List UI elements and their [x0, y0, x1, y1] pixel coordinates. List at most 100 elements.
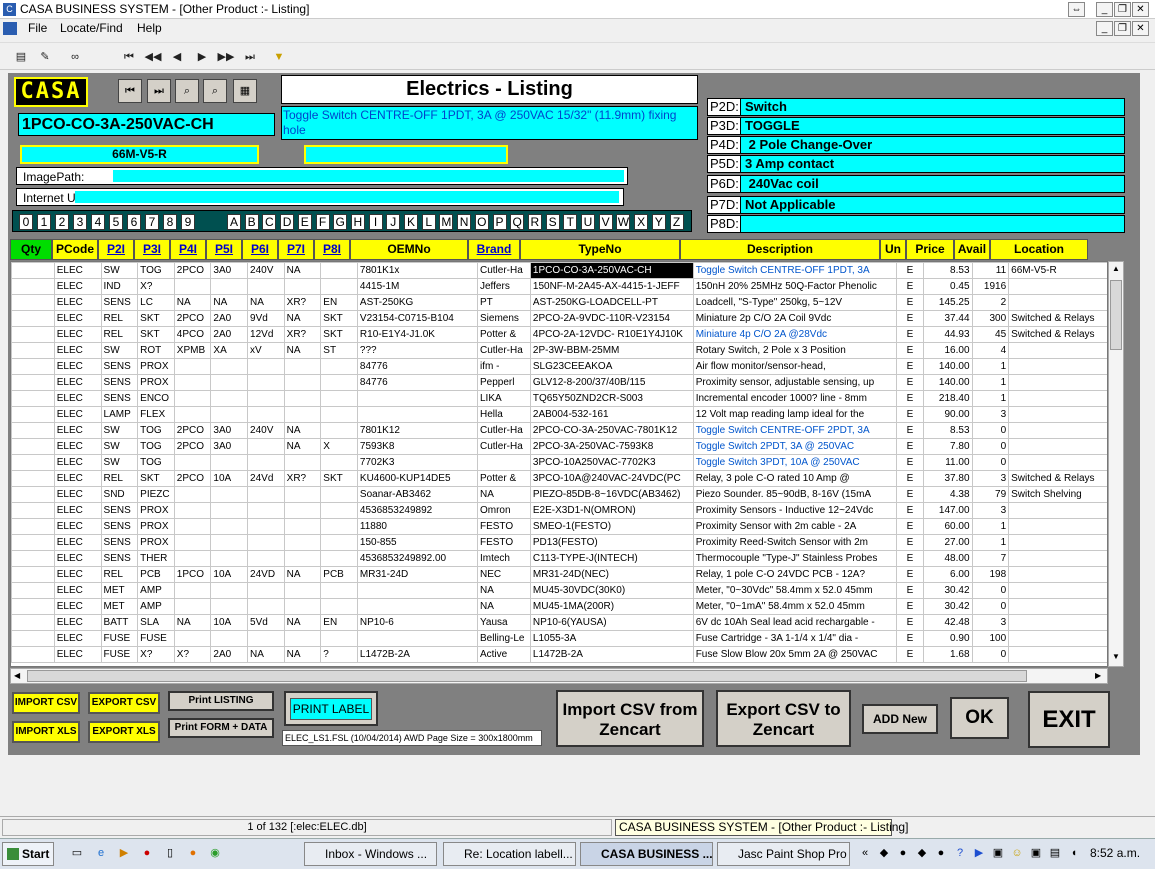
cell-p2i[interactable]: FUSE	[100, 630, 139, 647]
print-listing-button[interactable]: Print LISTING	[168, 691, 274, 711]
cell-p3i[interactable]: PROX	[137, 534, 175, 551]
column-header-p4i[interactable]: P4I	[170, 239, 206, 260]
cell-brand[interactable]: Active	[476, 646, 531, 663]
cell-location[interactable]	[1008, 598, 1107, 615]
cell-typeno[interactable]: AST-250KG-LOADCELL-PT	[529, 294, 694, 311]
cell-pcode[interactable]: ELEC	[53, 310, 102, 327]
table-row[interactable]: ELEC MET AMP NA MU45-1MA(200R) Meter, "0~1mA"…	[11, 598, 1107, 615]
cell-p8i[interactable]	[320, 374, 358, 391]
cell-description[interactable]: Toggle Switch CENTRE-OFF 1PDT, 3A	[692, 262, 898, 279]
cell-oemno[interactable]: 84776	[356, 358, 478, 375]
cell-pcode[interactable]: ELEC	[53, 614, 102, 631]
table-row[interactable]: ELEC SENS LC NA NA NA XR? EN AST-250KG PT AST-250K…	[11, 294, 1107, 311]
cell-location[interactable]	[1008, 550, 1107, 567]
column-header-p3i[interactable]: P3I	[134, 239, 170, 260]
cell-typeno[interactable]: 1PCO-CO-3A-250VAC-CH	[529, 262, 694, 279]
cell-description[interactable]: Proximity Reed-Switch Sensor with 2m	[692, 534, 898, 551]
cell-oemno[interactable]: 150-855	[356, 534, 478, 551]
letter-key[interactable]: L	[421, 214, 436, 230]
help-tray-icon[interactable]: ?	[953, 846, 967, 860]
menu-locate-find[interactable]: Locate/Find	[60, 21, 123, 35]
cell-p3i[interactable]: LC	[137, 294, 175, 311]
cell-p2i[interactable]: REL	[100, 326, 139, 343]
cell-p2i[interactable]: REL	[100, 566, 139, 583]
param-p8d[interactable]: P8D:	[707, 215, 1125, 233]
cell-un[interactable]: E	[896, 534, 924, 551]
cell-description[interactable]: Fuse Cartridge - 3A 1-1/4 x 1/4" dia -	[692, 630, 898, 647]
cell-p5i[interactable]: 10A	[210, 470, 249, 487]
cell-p2i[interactable]: IND	[100, 278, 139, 295]
cell-price[interactable]: 8.53	[922, 262, 973, 279]
cell-avail[interactable]: 3	[971, 614, 1010, 631]
cell-qty[interactable]	[11, 358, 55, 375]
cell-typeno[interactable]: MU45-1MA(200R)	[529, 598, 694, 615]
cell-brand[interactable]: Hella	[476, 406, 531, 423]
tray-icon-6[interactable]: ▣	[1029, 846, 1043, 860]
cell-p7i[interactable]: NA	[283, 438, 322, 455]
cell-p2i[interactable]: SW	[100, 262, 139, 279]
cell-p6i[interactable]: 12Vd	[247, 326, 285, 343]
cell-location[interactable]	[1008, 502, 1107, 519]
cell-p5i[interactable]	[210, 390, 249, 407]
cell-brand[interactable]: LIKA	[476, 390, 531, 407]
cell-qty[interactable]	[11, 630, 55, 647]
cell-p4i[interactable]: 2PCO	[173, 422, 212, 439]
cell-avail[interactable]: 0	[971, 582, 1010, 599]
desktop-icon[interactable]: ▭	[70, 846, 84, 860]
cell-p3i[interactable]: TOG	[137, 422, 175, 439]
table-row[interactable]: ELEC REL SKT 4PCO 2A0 12Vd XR? SKT R10-E1Y4-J1.0…	[11, 326, 1107, 343]
zoom-icon[interactable]: ⌕	[203, 79, 227, 103]
table-row[interactable]: ELEC SW TOG 7702K3 3PCO-10A250VAC-7702K3 Togg…	[11, 454, 1107, 471]
cell-p8i[interactable]: SKT	[320, 470, 358, 487]
cell-p4i[interactable]: 1PCO	[173, 566, 212, 583]
export-csv-button[interactable]: EXPORT CSV	[88, 692, 160, 714]
prev-page-icon[interactable]: ◀◀	[144, 48, 162, 66]
task-location-label[interactable]: Re: Location labell...	[443, 842, 576, 866]
cell-un[interactable]: E	[896, 518, 924, 535]
cell-un[interactable]: E	[896, 310, 924, 327]
letter-key[interactable]: G	[333, 214, 348, 230]
cell-un[interactable]: E	[896, 278, 924, 295]
cell-un[interactable]: E	[896, 646, 924, 663]
cell-p4i[interactable]: XPMB	[173, 342, 212, 359]
cell-p7i[interactable]	[283, 502, 322, 519]
cell-price[interactable]: 7.80	[922, 438, 973, 455]
cell-typeno[interactable]: C113-TYPE-J(INTECH)	[529, 550, 694, 567]
cell-un[interactable]: E	[896, 566, 924, 583]
cell-avail[interactable]: 0	[971, 646, 1010, 663]
letter-key[interactable]: E	[297, 214, 312, 230]
cell-typeno[interactable]: 150NF-M-2A45-AX-4415-1-JEFF	[529, 278, 694, 295]
cell-p4i[interactable]	[173, 550, 212, 567]
cell-description[interactable]: Relay, 3 pole C-O rated 10 Amp @	[692, 470, 898, 487]
prev-record-icon[interactable]: ◀	[168, 48, 186, 66]
cell-p7i[interactable]	[283, 534, 322, 551]
cell-p6i[interactable]	[247, 374, 285, 391]
cell-avail[interactable]: 79	[971, 486, 1010, 503]
cell-description[interactable]: 12 Volt map reading lamp ideal for the	[692, 406, 898, 423]
child-restore-button[interactable]: ❐	[1114, 21, 1131, 36]
child-close-button[interactable]: ✕	[1132, 21, 1149, 36]
task-paint-shop[interactable]: Jasc Paint Shop Pro	[717, 842, 850, 866]
cell-qty[interactable]	[11, 502, 55, 519]
cell-typeno[interactable]: SMEO-1(FESTO)	[529, 518, 694, 535]
cell-qty[interactable]	[11, 310, 55, 327]
cell-location[interactable]	[1008, 646, 1107, 663]
cell-pcode[interactable]: ELEC	[53, 566, 102, 583]
column-header-p8i[interactable]: P8I	[314, 239, 350, 260]
cell-oemno[interactable]: 7801K1x	[356, 262, 478, 279]
cell-pcode[interactable]: ELEC	[53, 374, 102, 391]
cell-p8i[interactable]	[320, 422, 358, 439]
cell-p2i[interactable]: SENS	[100, 374, 139, 391]
cell-qty[interactable]	[11, 470, 55, 487]
cell-p2i[interactable]: SENS	[100, 518, 139, 535]
cell-avail[interactable]: 3	[971, 470, 1010, 487]
digit-key[interactable]: 6	[127, 214, 141, 230]
cell-brand[interactable]: Cutler-Ha	[476, 342, 531, 359]
cell-p6i[interactable]: NA	[247, 646, 285, 663]
cell-location[interactable]	[1008, 630, 1107, 647]
description-field[interactable]: Toggle Switch CENTRE-OFF 1PDT, 3A @ 250V…	[281, 106, 698, 140]
cell-qty[interactable]	[11, 518, 55, 535]
cell-p8i[interactable]	[320, 502, 358, 519]
scroll-thumb[interactable]	[1110, 280, 1122, 350]
cell-p7i[interactable]	[283, 358, 322, 375]
